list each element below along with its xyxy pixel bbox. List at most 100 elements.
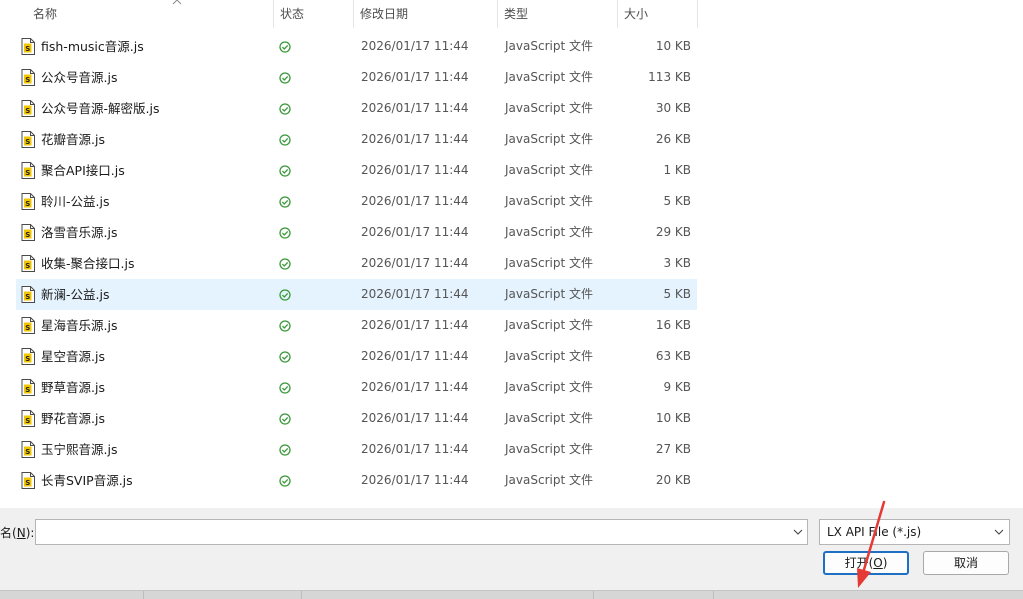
dialog-footer: 名(N): LX API File (*.js) 打开(O) 取消 [0, 508, 1023, 590]
file-modified-date: 2026/01/17 11:44 [361, 256, 469, 270]
file-size: 10 KB [655, 39, 691, 53]
javascript-file-icon: S [21, 410, 35, 427]
file-modified-date: 2026/01/17 11:44 [361, 287, 469, 301]
svg-text:S: S [25, 107, 30, 115]
file-name: 野草音源.js [41, 380, 105, 395]
sync-check-icon [279, 351, 291, 363]
svg-text:S: S [25, 45, 30, 53]
column-header-type-label: 类型 [504, 7, 529, 21]
svg-text:S: S [25, 231, 30, 239]
sync-check-icon [279, 41, 291, 53]
javascript-file-icon: S [21, 69, 35, 86]
file-modified-date: 2026/01/17 11:44 [361, 39, 469, 53]
open-button[interactable]: 打开(O) [823, 551, 909, 575]
javascript-file-icon: S [21, 441, 35, 458]
filename-label: 名(N): [0, 526, 35, 540]
column-header-date[interactable]: 修改日期 [354, 0, 498, 28]
file-modified-date: 2026/01/17 11:44 [361, 473, 469, 487]
file-size: 9 KB [663, 380, 691, 394]
file-row[interactable]: S 聚合API接口.js 2026/01/17 11:44 JavaScript 文件… [16, 155, 697, 186]
file-modified-date: 2026/01/17 11:44 [361, 318, 469, 332]
file-type: JavaScript 文件 [505, 442, 593, 456]
file-type: JavaScript 文件 [505, 39, 593, 53]
file-row[interactable]: S 花瓣音源.js 2026/01/17 11:44 JavaScript 文件 26 … [16, 124, 697, 155]
open-button-label: 打开 [844, 556, 869, 570]
chevron-down-icon[interactable] [994, 528, 1004, 536]
file-type: JavaScript 文件 [505, 287, 593, 301]
file-type: JavaScript 文件 [505, 132, 593, 146]
file-name: 野花音源.js [41, 411, 105, 426]
column-header-status[interactable]: 状态 [274, 0, 354, 28]
file-name: 洛雪音乐源.js [41, 225, 118, 240]
filename-hotkey: N [16, 526, 26, 540]
file-type: JavaScript 文件 [505, 163, 593, 177]
file-row[interactable]: S 星空音源.js 2026/01/17 11:44 JavaScript 文件 63 … [16, 341, 697, 372]
file-name: 玉宁熙音源.js [41, 442, 118, 457]
javascript-file-icon: S [21, 317, 35, 334]
file-size: 16 KB [655, 318, 691, 332]
file-name: 收集-聚合接口.js [41, 256, 135, 271]
column-header-bar: 名称 状态 修改日期 类型 大小 [0, 0, 700, 28]
file-type: JavaScript 文件 [505, 70, 593, 84]
file-size: 113 KB [648, 70, 691, 84]
sync-check-icon [279, 475, 291, 487]
file-type: JavaScript 文件 [505, 411, 593, 425]
cancel-button-label: 取消 [953, 556, 978, 570]
file-row[interactable]: S 野草音源.js 2026/01/17 11:44 JavaScript 文件 9 K… [16, 372, 697, 403]
file-type: JavaScript 文件 [505, 225, 593, 239]
sort-ascending-icon [172, 0, 182, 5]
file-row[interactable]: S 收集-聚合接口.js 2026/01/17 11:44 JavaScript 文件… [16, 248, 697, 279]
file-row[interactable]: S 新澜-公益.js 2026/01/17 11:44 JavaScript 文件 5 … [16, 279, 697, 310]
file-row[interactable]: S 野花音源.js 2026/01/17 11:44 JavaScript 文件 10 … [16, 403, 697, 434]
javascript-file-icon: S [21, 379, 35, 396]
svg-text:S: S [25, 479, 30, 487]
cancel-button[interactable]: 取消 [923, 551, 1009, 575]
file-name: fish-music音源.js [41, 39, 144, 54]
column-header-size[interactable]: 大小 [618, 0, 698, 28]
file-name: 长青SVIP音源.js [41, 473, 133, 488]
sync-check-icon [279, 165, 291, 177]
svg-text:S: S [25, 76, 30, 84]
svg-text:S: S [25, 355, 30, 363]
sync-check-icon [279, 258, 291, 270]
file-row[interactable]: S 星海音乐源.js 2026/01/17 11:44 JavaScript 文件 16… [16, 310, 697, 341]
filename-input[interactable] [36, 520, 794, 544]
sync-check-icon [279, 320, 291, 332]
column-header-status-label: 状态 [280, 7, 305, 21]
file-modified-date: 2026/01/17 11:44 [361, 101, 469, 115]
file-modified-date: 2026/01/17 11:44 [361, 132, 469, 146]
file-row[interactable]: S 公众号音源.js 2026/01/17 11:44 JavaScript 文件 11… [16, 62, 697, 93]
filename-label-text: 名 [0, 526, 13, 540]
file-type: JavaScript 文件 [505, 101, 593, 115]
filename-combobox[interactable] [35, 519, 808, 545]
javascript-file-icon: S [21, 131, 35, 148]
file-name: 聚合API接口.js [41, 163, 125, 178]
svg-text:S: S [25, 324, 30, 332]
column-header-name[interactable]: 名称 [27, 0, 274, 28]
file-name: 星海音乐源.js [41, 318, 118, 333]
file-size: 27 KB [655, 442, 691, 456]
open-hotkey: O [873, 556, 883, 570]
file-row[interactable]: S 聆川-公益.js 2026/01/17 11:44 JavaScript 文件 5 … [16, 186, 697, 217]
file-rows: Sfish-music音源.js 2026/01/17 11:44 JavaScri… [16, 31, 697, 496]
file-size: 30 KB [655, 101, 691, 115]
column-header-name-label: 名称 [33, 7, 58, 21]
javascript-file-icon: S [21, 100, 35, 117]
file-row[interactable]: S 洛雪音乐源.js 2026/01/17 11:44 JavaScript 文件 29… [16, 217, 697, 248]
file-type: JavaScript 文件 [505, 318, 593, 332]
javascript-file-icon: S [21, 255, 35, 272]
file-size: 1 KB [663, 163, 691, 177]
chevron-down-icon[interactable] [793, 528, 803, 536]
sync-check-icon [279, 289, 291, 301]
file-row[interactable]: S 玉宁熙音源.js 2026/01/17 11:44 JavaScript 文件 27… [16, 434, 697, 465]
column-header-type[interactable]: 类型 [498, 0, 618, 28]
file-row[interactable]: Sfish-music音源.js 2026/01/17 11:44 JavaScri… [16, 31, 697, 62]
svg-text:S: S [25, 417, 30, 425]
file-modified-date: 2026/01/17 11:44 [361, 349, 469, 363]
javascript-file-icon: S [21, 193, 35, 210]
file-size: 10 KB [655, 411, 691, 425]
file-modified-date: 2026/01/17 11:44 [361, 194, 469, 208]
file-row[interactable]: S 公众号音源-解密版.js 2026/01/17 11:44 JavaScript … [16, 93, 697, 124]
file-row[interactable]: S 长青SVIP音源.js 2026/01/17 11:44 JavaScript 文… [16, 465, 697, 496]
file-type-filter-select[interactable]: LX API File (*.js) [819, 519, 1010, 545]
